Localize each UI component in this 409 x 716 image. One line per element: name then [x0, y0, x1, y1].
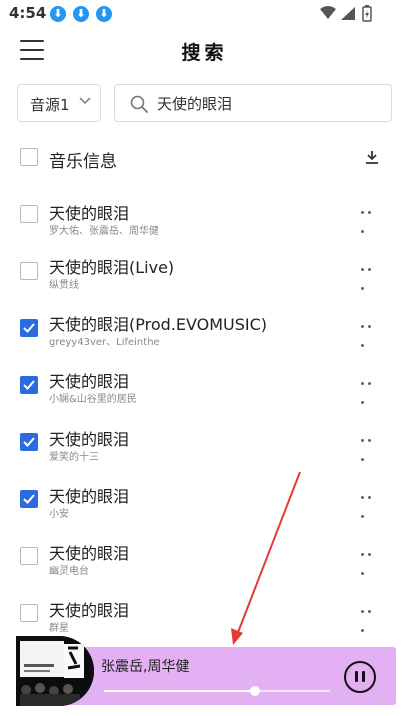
- song-checkbox[interactable]: [20, 376, 38, 394]
- source-label: 音源1: [30, 96, 70, 114]
- signal-icon: [341, 7, 355, 20]
- pause-button[interactable]: [344, 661, 376, 693]
- album-art[interactable]: [16, 636, 94, 706]
- download-icon[interactable]: [365, 150, 379, 164]
- select-all-checkbox[interactable]: [20, 148, 38, 166]
- song-title: 天使的眼泪: [49, 544, 130, 563]
- song-title: 天使的眼泪: [49, 601, 130, 620]
- song-artist: 纵贯线: [49, 280, 79, 291]
- search-icon[interactable]: [130, 95, 148, 113]
- progress-bar[interactable]: [104, 686, 330, 696]
- download-notification-icon: ⬇: [50, 6, 66, 22]
- song-row[interactable]: 天使的眼泪(Prod.EVOMUSIC) greyy43ver、Lifeinth…: [0, 311, 409, 363]
- song-checkbox[interactable]: [20, 490, 38, 508]
- song-row[interactable]: 天使的眼泪 小娴&山谷里的居民: [0, 368, 409, 420]
- source-select[interactable]: 音源1: [17, 84, 101, 122]
- song-artist: 幽灵电台: [49, 566, 89, 577]
- music-info-header: 音乐信息: [0, 140, 409, 176]
- download-notification-icon: ⬇: [73, 6, 89, 22]
- status-bar: 4:54 ⬇ ⬇ ⬇: [0, 0, 409, 28]
- more-options-icon[interactable]: [361, 439, 381, 461]
- system-status-icons: [320, 5, 372, 22]
- status-time: 4:54: [9, 4, 47, 22]
- more-options-icon[interactable]: [361, 610, 381, 632]
- app-header: 搜索: [0, 28, 409, 76]
- song-checkbox[interactable]: [20, 262, 38, 280]
- song-artist: greyy43ver、Lifeinthe: [49, 337, 160, 348]
- song-checkbox[interactable]: [20, 547, 38, 565]
- search-input[interactable]: [157, 91, 382, 115]
- wifi-icon: [320, 6, 336, 19]
- song-title: 天使的眼泪: [49, 487, 130, 506]
- song-title: 天使的眼泪(Live): [49, 258, 175, 277]
- song-title: 天使的眼泪: [49, 430, 130, 449]
- song-row[interactable]: 天使的眼泪(Live) 纵贯线: [0, 254, 409, 306]
- song-row[interactable]: 天使的眼泪 小安: [0, 483, 409, 535]
- song-title: 天使的眼泪(Prod.EVOMUSIC): [49, 315, 268, 334]
- song-artist: 罗大佑、张震岳、周华健: [49, 226, 159, 237]
- song-artist: 小娴&山谷里的居民: [49, 394, 137, 405]
- more-options-icon[interactable]: [361, 382, 381, 404]
- song-row[interactable]: 天使的眼泪 爱笑的十三: [0, 426, 409, 478]
- now-playing-artist: 张震岳,周华健: [101, 659, 190, 675]
- more-options-icon[interactable]: [361, 211, 381, 233]
- song-checkbox[interactable]: [20, 205, 38, 223]
- progress-fill: [104, 690, 256, 692]
- song-artist: 群星: [49, 623, 69, 634]
- song-artist: 爱笑的十三: [49, 452, 99, 463]
- chevron-down-icon: [79, 97, 91, 105]
- page-title: 搜索: [181, 42, 228, 64]
- music-info-label: 音乐信息: [49, 152, 117, 172]
- song-title: 天使的眼泪: [49, 372, 130, 391]
- more-options-icon[interactable]: [361, 496, 381, 518]
- song-checkbox[interactable]: [20, 604, 38, 622]
- search-box: [114, 84, 392, 122]
- song-title: 天使的眼泪: [49, 204, 130, 223]
- more-options-icon[interactable]: [361, 553, 381, 575]
- song-row[interactable]: 天使的眼泪 幽灵电台: [0, 540, 409, 592]
- more-options-icon[interactable]: [361, 325, 381, 347]
- song-checkbox[interactable]: [20, 319, 38, 337]
- download-notification-icon: ⬇: [96, 6, 112, 22]
- song-checkbox[interactable]: [20, 433, 38, 451]
- song-artist: 小安: [49, 509, 69, 520]
- more-options-icon[interactable]: [361, 268, 381, 290]
- song-row[interactable]: 天使的眼泪 罗大佑、张震岳、周华健: [0, 200, 409, 252]
- album-cover-image: [16, 636, 94, 706]
